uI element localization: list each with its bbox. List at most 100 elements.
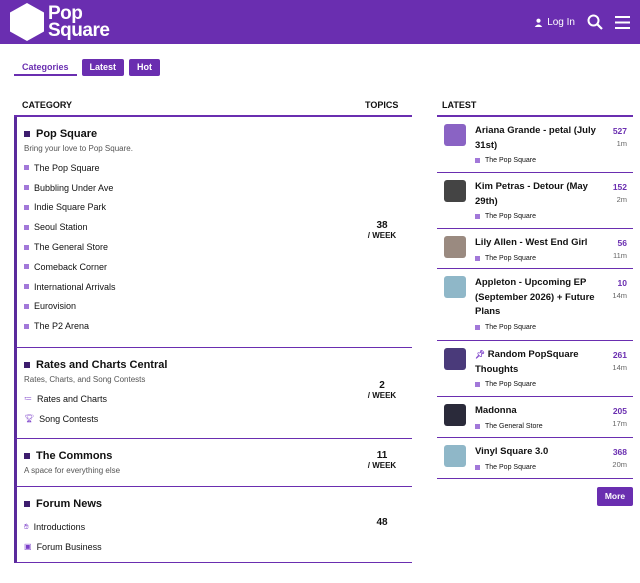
topic-title[interactable]: Random PopSquare Thoughts (475, 349, 579, 375)
category-color-icon (475, 423, 480, 429)
login-button[interactable]: Log In (534, 17, 575, 28)
topics-count: 48 (376, 517, 388, 528)
reply-count: 152 (612, 182, 627, 192)
latest-topic-item[interactable]: 📌︎ Random PopSquare Thoughts The Pop Squ… (437, 341, 633, 397)
activity-time[interactable]: 20m (612, 460, 627, 469)
topics-count: 2 / WEEK (367, 380, 397, 400)
menu-button[interactable] (615, 15, 630, 29)
topic-title[interactable]: Kim Petras - Detour (May 29th) (475, 180, 601, 209)
subcategory-link[interactable]: Seoul Station (24, 217, 412, 237)
briefcase-icon: ▣ (24, 542, 32, 552)
avatar[interactable] (444, 276, 466, 298)
nav-pills: Categories Latest Hot (14, 59, 161, 76)
subcategory-color-icon (24, 185, 29, 191)
category-title[interactable]: Pop Square (36, 128, 97, 140)
category-description: Rates, Charts, and Song Contests (24, 375, 146, 384)
reply-count: 261 (612, 350, 627, 360)
category-title[interactable]: Forum News (36, 498, 102, 510)
avatar[interactable] (444, 124, 466, 146)
subcategory-link[interactable]: The Pop Square (24, 158, 412, 178)
user-icon (534, 18, 543, 27)
topic-title[interactable]: Ariana Grande - petal (July 31st) (475, 124, 601, 153)
category-title[interactable]: The Commons (36, 450, 112, 462)
category-row[interactable]: Pop Square Bring your love to Pop Square… (14, 117, 412, 348)
activity-time[interactable]: 14m (612, 363, 627, 372)
subcategory-link[interactable]: ≔ Rates and Charts (24, 389, 412, 409)
reply-count: 527 (612, 126, 627, 136)
category-description: Bring your love to Pop Square. (24, 144, 133, 153)
category-color-icon (475, 158, 480, 163)
avatar[interactable] (444, 404, 466, 426)
subcategory-color-icon (24, 204, 29, 210)
subcategory-color-icon (24, 165, 29, 171)
category-color-icon (475, 255, 480, 261)
subcategory-link[interactable]: Comeback Corner (24, 257, 412, 277)
category-row[interactable]: Forum News ✋︎ Introductions ▣ Forum Busine… (14, 487, 412, 563)
topics-count: 11 / WEEK (367, 450, 397, 470)
topic-title[interactable]: Vinyl Square 3.0 (475, 445, 601, 460)
subcategory-link[interactable]: International Arrivals (24, 277, 412, 297)
category-color-icon (24, 130, 30, 137)
topic-category[interactable]: The Pop Square (485, 157, 536, 164)
list-icon: ≔ (24, 394, 32, 404)
latest-topic-item[interactable]: Lily Allen - West End Girl The Pop Squar… (437, 229, 633, 269)
category-title[interactable]: Rates and Charts Central (36, 359, 167, 371)
activity-time[interactable]: 2m (613, 195, 627, 204)
topic-title[interactable]: Lily Allen - West End Girl (475, 236, 601, 251)
search-button[interactable] (587, 14, 603, 30)
activity-time[interactable]: 17m (612, 419, 627, 428)
latest-column-header: LATEST (442, 100, 477, 110)
latest-topic-item[interactable]: Kim Petras - Detour (May 29th) The Pop S… (437, 173, 633, 229)
topic-category[interactable]: The Pop Square (485, 381, 536, 388)
topic-category[interactable]: The Pop Square (485, 464, 536, 471)
latest-topic-item[interactable]: Madonna The General Store 205 17m (437, 397, 633, 438)
topics-column-header: TOPICS (365, 100, 399, 110)
reply-count: 368 (612, 447, 627, 457)
subcategory-link[interactable]: ▣ Forum Business (24, 537, 412, 557)
pin-icon: 📌︎ (475, 350, 486, 359)
topic-category[interactable]: The Pop Square (485, 324, 536, 331)
category-table: Pop Square Bring your love to Pop Square… (14, 115, 412, 563)
site-logo[interactable]: Pop Square (10, 3, 110, 41)
subcategory-link[interactable]: Indie Square Park (24, 198, 412, 218)
more-button[interactable]: More (597, 487, 633, 506)
latest-topic-item[interactable]: Ariana Grande - petal (July 31st) The Po… (437, 117, 633, 173)
avatar[interactable] (444, 445, 466, 467)
subcategory-link[interactable]: The P2 Arena (24, 316, 412, 336)
trophy-icon: 🏆︎ (24, 414, 35, 424)
category-row[interactable]: The Commons A space for everything else … (14, 439, 412, 487)
hamburger-icon (615, 15, 630, 29)
topic-title[interactable]: Madonna (475, 404, 601, 419)
category-color-icon (475, 382, 480, 387)
avatar[interactable] (444, 348, 466, 370)
tab-latest[interactable]: Latest (81, 59, 125, 76)
topic-category[interactable]: The Pop Square (485, 255, 536, 262)
category-column-header: CATEGORY (22, 100, 73, 110)
subcategory-link[interactable]: Bubbling Under Ave (24, 178, 412, 198)
category-description: A space for everything else (24, 466, 121, 475)
subcategory-link[interactable]: 🏆︎ Song Contests (24, 409, 412, 429)
activity-time[interactable]: 1m (613, 139, 627, 148)
hexagon-logo-icon (10, 3, 44, 41)
avatar[interactable] (444, 180, 466, 202)
topic-title[interactable]: Appleton - Upcoming EP (September 2026) … (475, 276, 601, 320)
subcategory-link[interactable]: The General Store (24, 237, 412, 257)
avatar[interactable] (444, 236, 466, 258)
activity-time[interactable]: 14m (612, 291, 627, 300)
tab-hot[interactable]: Hot (129, 59, 161, 76)
category-row[interactable]: Rates and Charts Central Rates, Charts, … (14, 348, 412, 439)
topic-category[interactable]: The General Store (485, 423, 543, 430)
reply-count: 56 (617, 238, 627, 248)
activity-time[interactable]: 11m (613, 251, 627, 260)
category-color-icon (475, 324, 480, 330)
topic-category[interactable]: The Pop Square (485, 213, 536, 220)
logo-line-2: Square (48, 20, 110, 41)
subcategory-link[interactable]: Eurovision (24, 297, 412, 317)
category-color-icon (24, 500, 30, 507)
subcategory-link[interactable]: ✋︎ Introductions (24, 517, 412, 537)
tab-categories[interactable]: Categories (14, 59, 77, 76)
latest-topic-item[interactable]: Appleton - Upcoming EP (September 2026) … (437, 269, 633, 341)
category-color-icon (475, 214, 480, 219)
latest-topic-item[interactable]: Vinyl Square 3.0 The Pop Square 368 20m (437, 438, 633, 479)
category-color-icon (24, 361, 30, 368)
